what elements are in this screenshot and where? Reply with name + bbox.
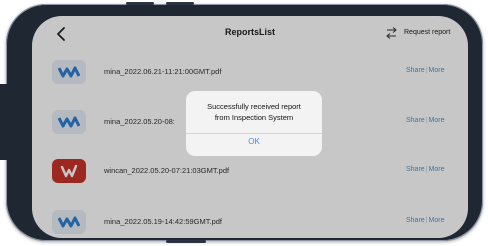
phone-frame: ReportsList Request report mina_2022.06.… (0, 2, 483, 243)
alert-divider (186, 133, 322, 134)
alert-message: Successfully received report from Inspec… (186, 101, 322, 123)
volume-up-button (126, 2, 154, 5)
success-alert-dialog: Successfully received report from Inspec… (186, 91, 322, 156)
alert-message-line2: from Inspection System (214, 113, 294, 122)
alert-ok-button[interactable]: OK (186, 137, 322, 146)
camera-notch (0, 84, 18, 160)
app-screen: ReportsList Request report mina_2022.06.… (32, 16, 468, 238)
power-button (166, 240, 206, 243)
volume-down-button (166, 2, 194, 5)
alert-message-line1: Successfully received report (207, 102, 301, 111)
home-indicator (200, 229, 300, 232)
